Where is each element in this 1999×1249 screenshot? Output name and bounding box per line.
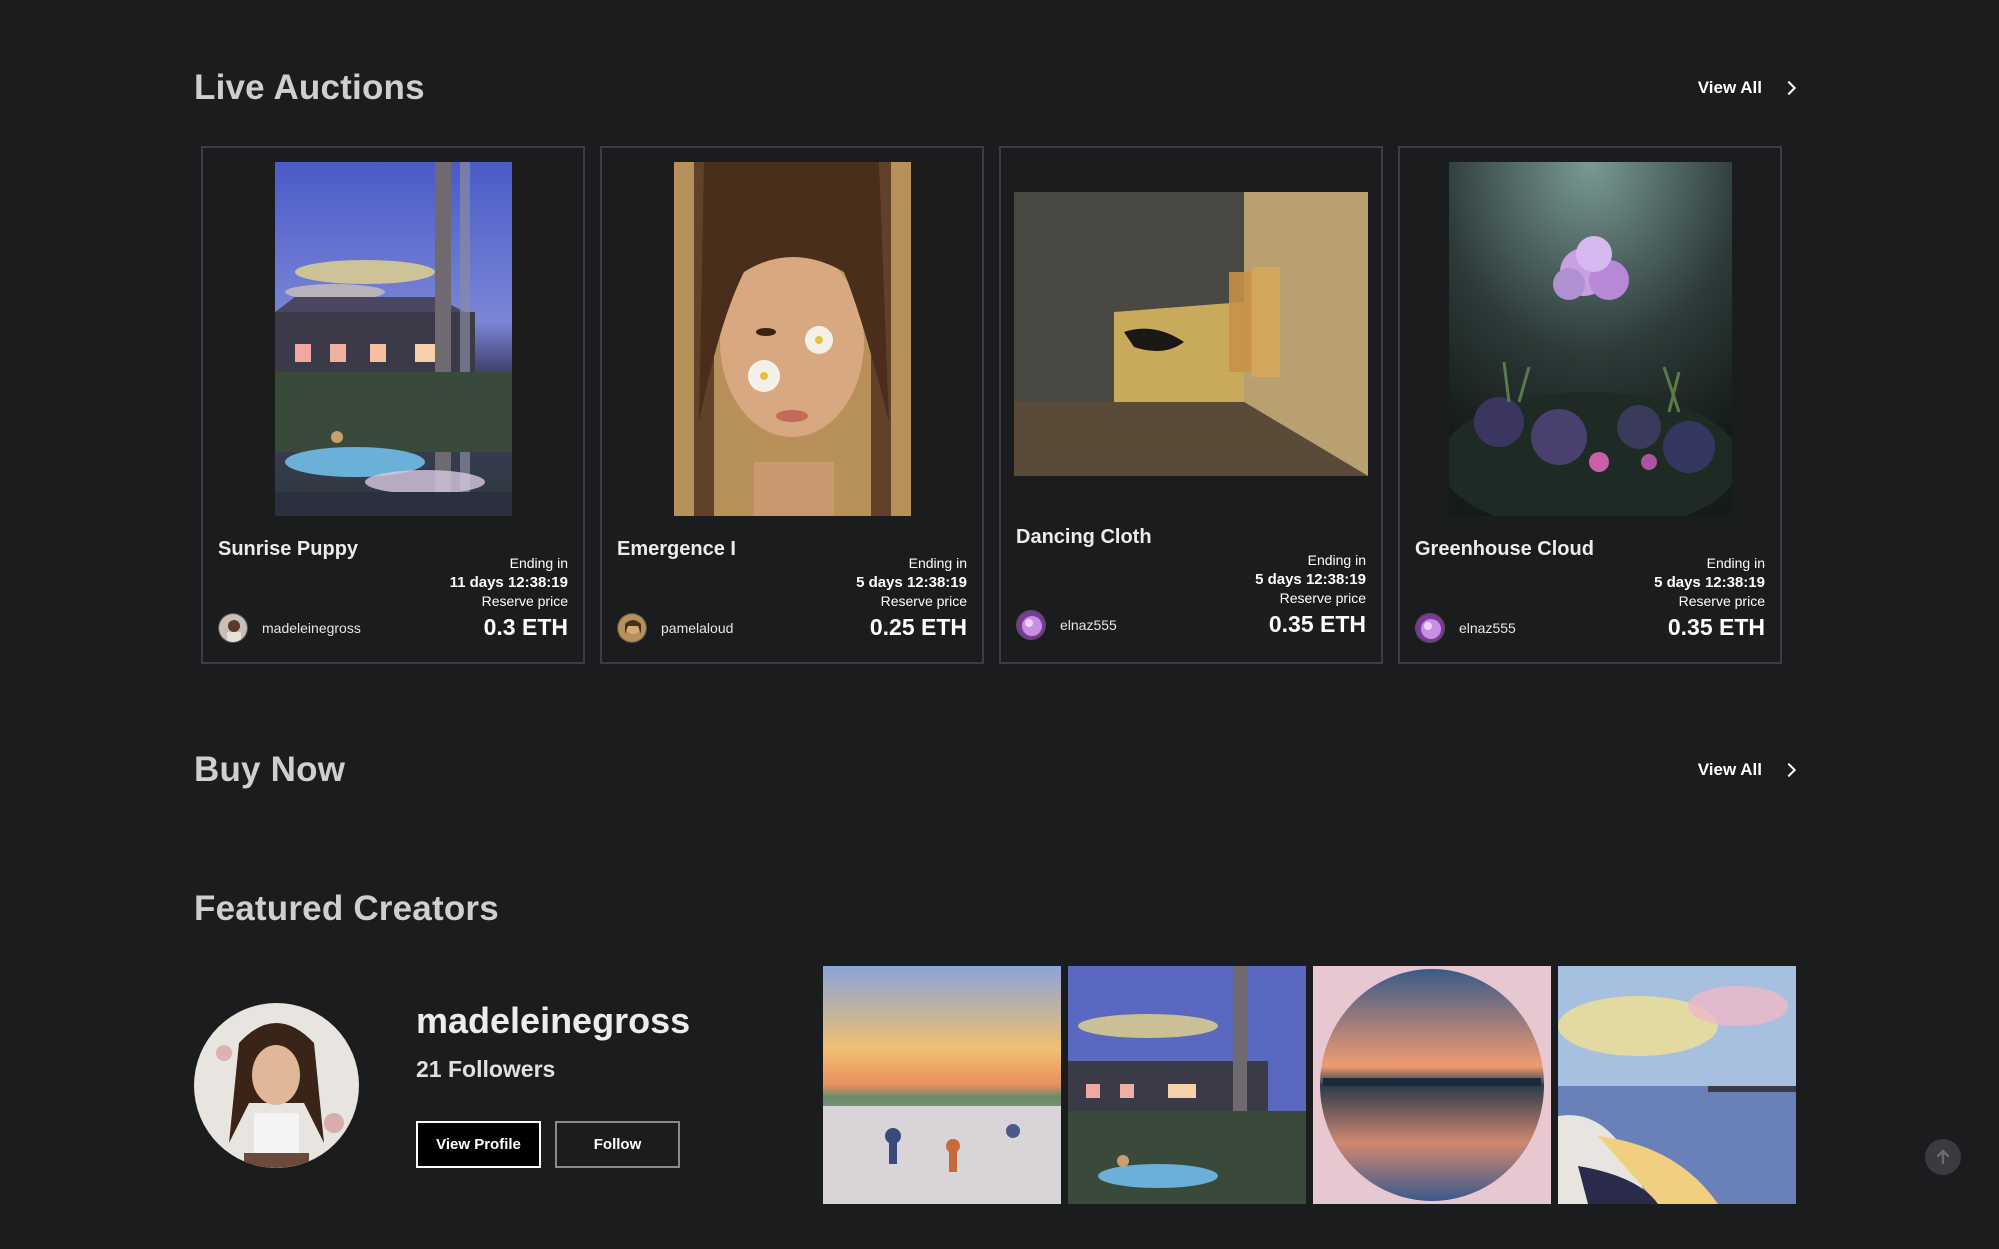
arrow-up-icon (1936, 1149, 1950, 1165)
card-title: Sunrise Puppy (218, 538, 359, 560)
creator-username: elnaz555 (1060, 617, 1117, 633)
artwork-sunrise-puppy-image (274, 162, 512, 516)
card-creator[interactable]: pamelaloud (617, 613, 733, 643)
live-auctions-title: Live Auctions (194, 68, 425, 107)
reserve-label: Reserve price (1279, 590, 1366, 606)
buy-now-view-all-link[interactable]: View All (1698, 760, 1798, 780)
creator-username: pamelaloud (661, 620, 734, 636)
live-auctions-header: Live Auctions View All (194, 68, 1798, 108)
ending-label: Ending in (509, 555, 568, 571)
auction-card-sunrise-puppy[interactable]: Sunrise Puppy Ending in 11 days 12:38:19… (201, 146, 585, 664)
chevron-right-icon (1781, 80, 1797, 96)
featured-creators-title: Featured Creators (194, 889, 499, 928)
reserve-label: Reserve price (880, 593, 967, 609)
card-auction-meta: Ending in 11 days 12:38:19 Reserve price (450, 554, 568, 611)
auction-card-greenhouse-cloud[interactable]: Greenhouse Cloud Ending in 5 days 12:38:… (1398, 146, 1782, 664)
card-auction-meta: Ending in 5 days 12:38:19 Reserve price (1255, 551, 1366, 608)
card-creator[interactable]: madeleinegross (218, 613, 361, 643)
creator-artwork-thumbnail[interactable] (823, 966, 1061, 1204)
buy-now-header: Buy Now View All (194, 750, 1798, 790)
reserve-price-value: 0.25 ETH (869, 614, 967, 640)
ending-label: Ending in (908, 555, 967, 571)
reserve-price-value: 0.3 ETH (483, 614, 568, 640)
avatar (1415, 613, 1445, 643)
card-title: Emergence I (617, 538, 736, 560)
avatar (1016, 610, 1046, 640)
reserve-price-value: 0.35 ETH (1268, 611, 1366, 637)
card-creator[interactable]: elnaz555 (1415, 613, 1516, 643)
featured-creators-header: Featured Creators (194, 889, 1798, 929)
artwork-greenhouse-cloud-image (1448, 162, 1732, 516)
countdown-time: 5 days 12:38:19 (1654, 574, 1765, 591)
card-title: Greenhouse Cloud (1415, 538, 1594, 560)
avatar (218, 613, 248, 643)
artwork-dancing-cloth-image (1014, 192, 1368, 476)
card-creator[interactable]: elnaz555 (1016, 610, 1117, 640)
buy-now-title: Buy Now (194, 750, 346, 789)
chevron-right-icon (1781, 762, 1797, 778)
view-all-label: View All (1697, 760, 1762, 779)
card-auction-meta: Ending in 5 days 12:38:19 Reserve price (1654, 554, 1765, 611)
creator-avatar[interactable] (194, 1003, 359, 1168)
ending-label: Ending in (1307, 552, 1366, 568)
ending-label: Ending in (1706, 555, 1765, 571)
creator-followers: 21 Followers (416, 1056, 556, 1082)
creator-artwork-thumbnail[interactable] (1313, 966, 1551, 1204)
countdown-time: 11 days 12:38:19 (449, 574, 568, 591)
avatar (617, 613, 647, 643)
creator-artwork-thumbnail[interactable] (1558, 966, 1796, 1204)
creator-artwork-thumbnails (823, 966, 1796, 1204)
creator-username: elnaz555 (1459, 620, 1516, 636)
creator-username: madeleinegross (262, 620, 361, 636)
countdown-time: 5 days 12:38:19 (1255, 571, 1366, 588)
reserve-label: Reserve price (1678, 593, 1765, 609)
countdown-time: 5 days 12:38:19 (856, 574, 967, 591)
auction-card-emergence-i[interactable]: Emergence I Ending in 5 days 12:38:19 Re… (600, 146, 984, 664)
view-all-label: View All (1697, 78, 1762, 97)
card-auction-meta: Ending in 5 days 12:38:19 Reserve price (856, 554, 967, 611)
follow-button[interactable]: Follow (555, 1121, 680, 1168)
auction-card-list: Sunrise Puppy Ending in 11 days 12:38:19… (201, 146, 1782, 664)
creator-name: madeleinegross (416, 1000, 691, 1041)
view-profile-button[interactable]: View Profile (416, 1121, 541, 1168)
live-auctions-view-all-link[interactable]: View All (1698, 78, 1798, 98)
scroll-to-top-button[interactable] (1925, 1139, 1961, 1175)
card-title: Dancing Cloth (1016, 526, 1152, 548)
reserve-price-value: 0.35 ETH (1667, 614, 1765, 640)
reserve-label: Reserve price (481, 593, 568, 609)
auction-card-dancing-cloth[interactable]: Dancing Cloth Ending in 5 days 12:38:19 … (999, 146, 1383, 664)
artwork-emergence-i-image (673, 162, 911, 516)
creator-artwork-thumbnail[interactable] (1068, 966, 1306, 1204)
